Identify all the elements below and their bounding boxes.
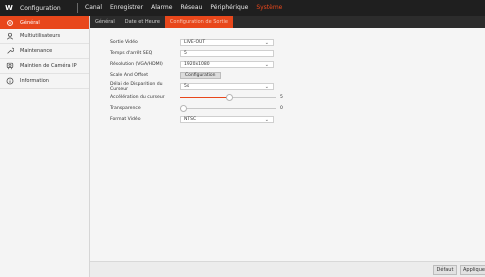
sidebar-item-general[interactable]: Général: [0, 16, 89, 29]
format-video-label: Format Vidéo: [110, 117, 141, 122]
slider-handle[interactable]: [180, 105, 187, 112]
sidebar-item-maintenance[interactable]: Maintenance: [0, 44, 89, 59]
sidebar-item-label: Multiutilisateurs: [20, 33, 61, 39]
camera-icon: [5, 62, 14, 71]
menu-alarme[interactable]: Alarme: [147, 0, 176, 16]
sidebar-item-label: Information: [20, 78, 49, 84]
temps-arret-input[interactable]: 5: [180, 50, 274, 57]
chevron-down-icon: ⌄: [264, 117, 269, 123]
row-transparence: Transparence 0: [110, 104, 283, 113]
menu-reseau[interactable]: Réseau: [176, 0, 206, 16]
footer-bar: Défaut Appliquer: [90, 261, 485, 277]
chevron-down-icon: ⌄: [264, 84, 269, 90]
apply-button[interactable]: Appliquer: [460, 265, 485, 275]
sortie-video-value: LIVE-OUT: [184, 40, 206, 45]
row-resolution: Résolution (VGA/HDMI) 1920x1080 ⌄: [110, 60, 274, 69]
slider-fill: [180, 97, 230, 98]
menu-peripherique[interactable]: Périphérique: [206, 0, 252, 16]
tab-configuration-sortie[interactable]: Configuration de Sortie: [164, 16, 233, 28]
sidebar-item-label: Maintien de Caméra IP: [20, 63, 77, 69]
configuration-button[interactable]: Configuration: [180, 72, 221, 79]
user-icon: [5, 32, 14, 41]
sub-tab-bar: Général Date et Heure Configuration de S…: [90, 16, 485, 28]
top-menu-bar: W Configuration Canal Enregistrer Alarme…: [0, 0, 485, 16]
row-acceleration: Accélération du curseur 5: [110, 93, 283, 102]
sidebar-item-information[interactable]: Information: [0, 74, 89, 89]
default-button[interactable]: Défaut: [433, 265, 457, 275]
row-delai-curseur: Délai de Disparition du Curseur 5s ⌄: [110, 81, 274, 92]
settings-panel: Sortie Vidéo LIVE-OUT ⌄ Temps d'arrêt SE…: [90, 28, 485, 261]
menu-divider: [77, 3, 78, 13]
info-icon: [5, 77, 14, 86]
gear-icon: [5, 18, 14, 27]
slider-handle[interactable]: [226, 94, 234, 101]
delai-curseur-label: Délai de Disparition du Curseur: [110, 81, 163, 92]
acceleration-value: 5: [280, 95, 283, 100]
resolution-label: Résolution (VGA/HDMI): [110, 62, 163, 67]
menu-systeme[interactable]: Système: [252, 0, 286, 16]
scale-offset-label: Scale And Offset: [110, 73, 149, 78]
slider-track: [180, 108, 276, 109]
sortie-video-label: Sortie Vidéo: [110, 40, 138, 45]
row-format-video: Format Vidéo NTSC ⌄: [110, 115, 274, 124]
brand-logo: W: [5, 4, 13, 12]
tab-date-heure[interactable]: Date et Heure: [120, 16, 165, 28]
row-temps-arret: Temps d'arrêt SEQ 5: [110, 49, 274, 58]
sidebar: Général Multiutilisateurs Maintenance Ma…: [0, 16, 90, 277]
sidebar-item-label: Maintenance: [20, 48, 53, 54]
resolution-value: 1920x1080: [184, 62, 210, 67]
transparence-value: 0: [280, 106, 283, 111]
format-video-value: NTSC: [184, 117, 197, 122]
delai-curseur-value: 5s: [184, 84, 190, 89]
delai-curseur-select[interactable]: 5s ⌄: [180, 83, 274, 90]
wrench-icon: [5, 47, 14, 56]
temps-arret-value: 5: [184, 51, 187, 56]
sidebar-item-multiutilisateurs[interactable]: Multiutilisateurs: [0, 29, 89, 44]
row-sortie-video: Sortie Vidéo LIVE-OUT ⌄: [110, 38, 274, 47]
row-scale-offset: Scale And Offset Configuration: [110, 71, 221, 80]
format-video-select[interactable]: NTSC ⌄: [180, 116, 274, 123]
transparence-slider[interactable]: [180, 105, 276, 112]
resolution-select[interactable]: 1920x1080 ⌄: [180, 61, 274, 68]
sortie-video-select[interactable]: LIVE-OUT ⌄: [180, 39, 274, 46]
temps-arret-label: Temps d'arrêt SEQ: [110, 51, 153, 56]
chevron-down-icon: ⌄: [264, 40, 269, 46]
menu-enregistrer[interactable]: Enregistrer: [106, 0, 147, 16]
sidebar-item-camera-ip[interactable]: Maintien de Caméra IP: [0, 59, 89, 74]
sidebar-item-label: Général: [20, 19, 40, 26]
top-menu: Canal Enregistrer Alarme Réseau Périphér…: [81, 0, 286, 16]
acceleration-slider[interactable]: [180, 94, 276, 101]
tab-general[interactable]: Général: [90, 16, 120, 28]
app-title: Configuration: [20, 4, 61, 12]
menu-canal[interactable]: Canal: [81, 0, 106, 16]
acceleration-label: Accélération du curseur: [110, 95, 165, 100]
chevron-down-icon: ⌄: [264, 62, 269, 68]
transparence-label: Transparence: [110, 106, 141, 111]
